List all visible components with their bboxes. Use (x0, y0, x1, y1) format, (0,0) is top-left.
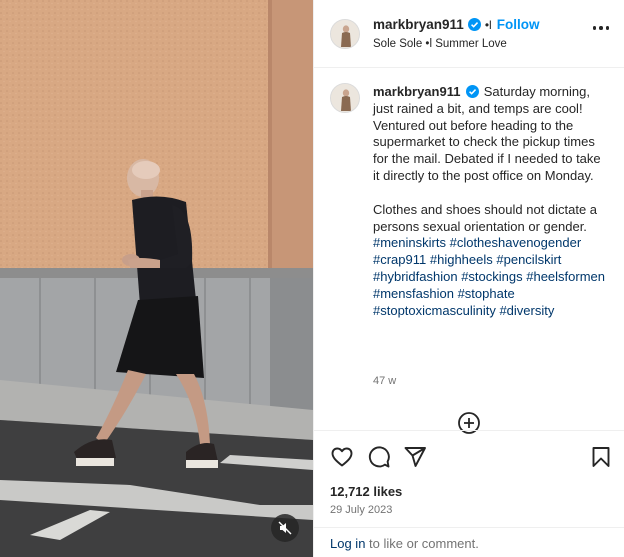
avatar[interactable] (330, 19, 360, 49)
caption-avatar[interactable] (330, 83, 360, 113)
share-icon[interactable] (403, 445, 427, 469)
hashtag-link[interactable]: #stockings (461, 269, 522, 284)
login-prompt-text: to like or comment. (365, 536, 479, 551)
muted-speaker-icon (278, 521, 292, 535)
verified-badge-icon (466, 85, 480, 98)
likes-count[interactable]: 12,712 likes (330, 484, 402, 499)
header-user-line: markbryan911 •l Follow (373, 17, 539, 32)
verified-badge-icon (467, 18, 481, 31)
post-caption: markbryan911 Saturday morning, just rain… (373, 84, 608, 319)
caption-text-2: Clothes and shoes should not dictate a p… (373, 201, 598, 234)
post-date[interactable]: 29 July 2023 (330, 504, 392, 516)
hashtag-link[interactable]: #heelsformen (526, 269, 605, 284)
caption-time-ago[interactable]: 47 w (373, 375, 396, 387)
header-username[interactable]: markbryan911 (373, 17, 464, 32)
audio-attribution[interactable]: Sole Sole •l Summer Love (373, 38, 507, 50)
hashtag-link[interactable]: #meninskirts (373, 235, 446, 250)
hashtag-link[interactable]: #stophate (458, 286, 515, 301)
hashtag-link[interactable]: #clotheshavenogender (450, 235, 582, 250)
hashtag-link[interactable]: #stoptoxicmasculinity (373, 303, 496, 318)
comment-icon[interactable] (367, 445, 391, 469)
heart-icon[interactable] (330, 445, 354, 469)
hashtag-link[interactable]: #hybridfashion (373, 269, 458, 284)
header-separator: •l (484, 17, 492, 32)
login-prompt: Log in to like or comment. (314, 527, 624, 557)
video-frame (0, 0, 313, 557)
more-options-icon[interactable] (592, 26, 609, 30)
hashtag-link[interactable]: #crap911 (373, 252, 426, 267)
bookmark-icon[interactable] (589, 445, 613, 469)
post-side-panel: markbryan911 •l Follow Sole Sole •l Summ… (313, 0, 624, 557)
hashtag-link[interactable]: #mensfashion (373, 286, 454, 301)
hashtag-link[interactable]: #pencilskirt (496, 252, 561, 267)
post-video[interactable] (0, 0, 313, 557)
hashtag-link[interactable]: #highheels (430, 252, 493, 267)
follow-button[interactable]: Follow (497, 17, 540, 32)
login-link[interactable]: Log in (330, 536, 365, 551)
hashtag-link[interactable]: #diversity (499, 303, 554, 318)
post-header: markbryan911 •l Follow Sole Sole •l Summ… (314, 0, 624, 68)
post-dialog: markbryan911 •l Follow Sole Sole •l Summ… (0, 0, 624, 557)
caption-username[interactable]: markbryan911 (373, 84, 460, 99)
mute-button[interactable] (271, 514, 299, 542)
post-actions: 12,712 likes 29 July 2023 Log in to like… (314, 430, 624, 557)
